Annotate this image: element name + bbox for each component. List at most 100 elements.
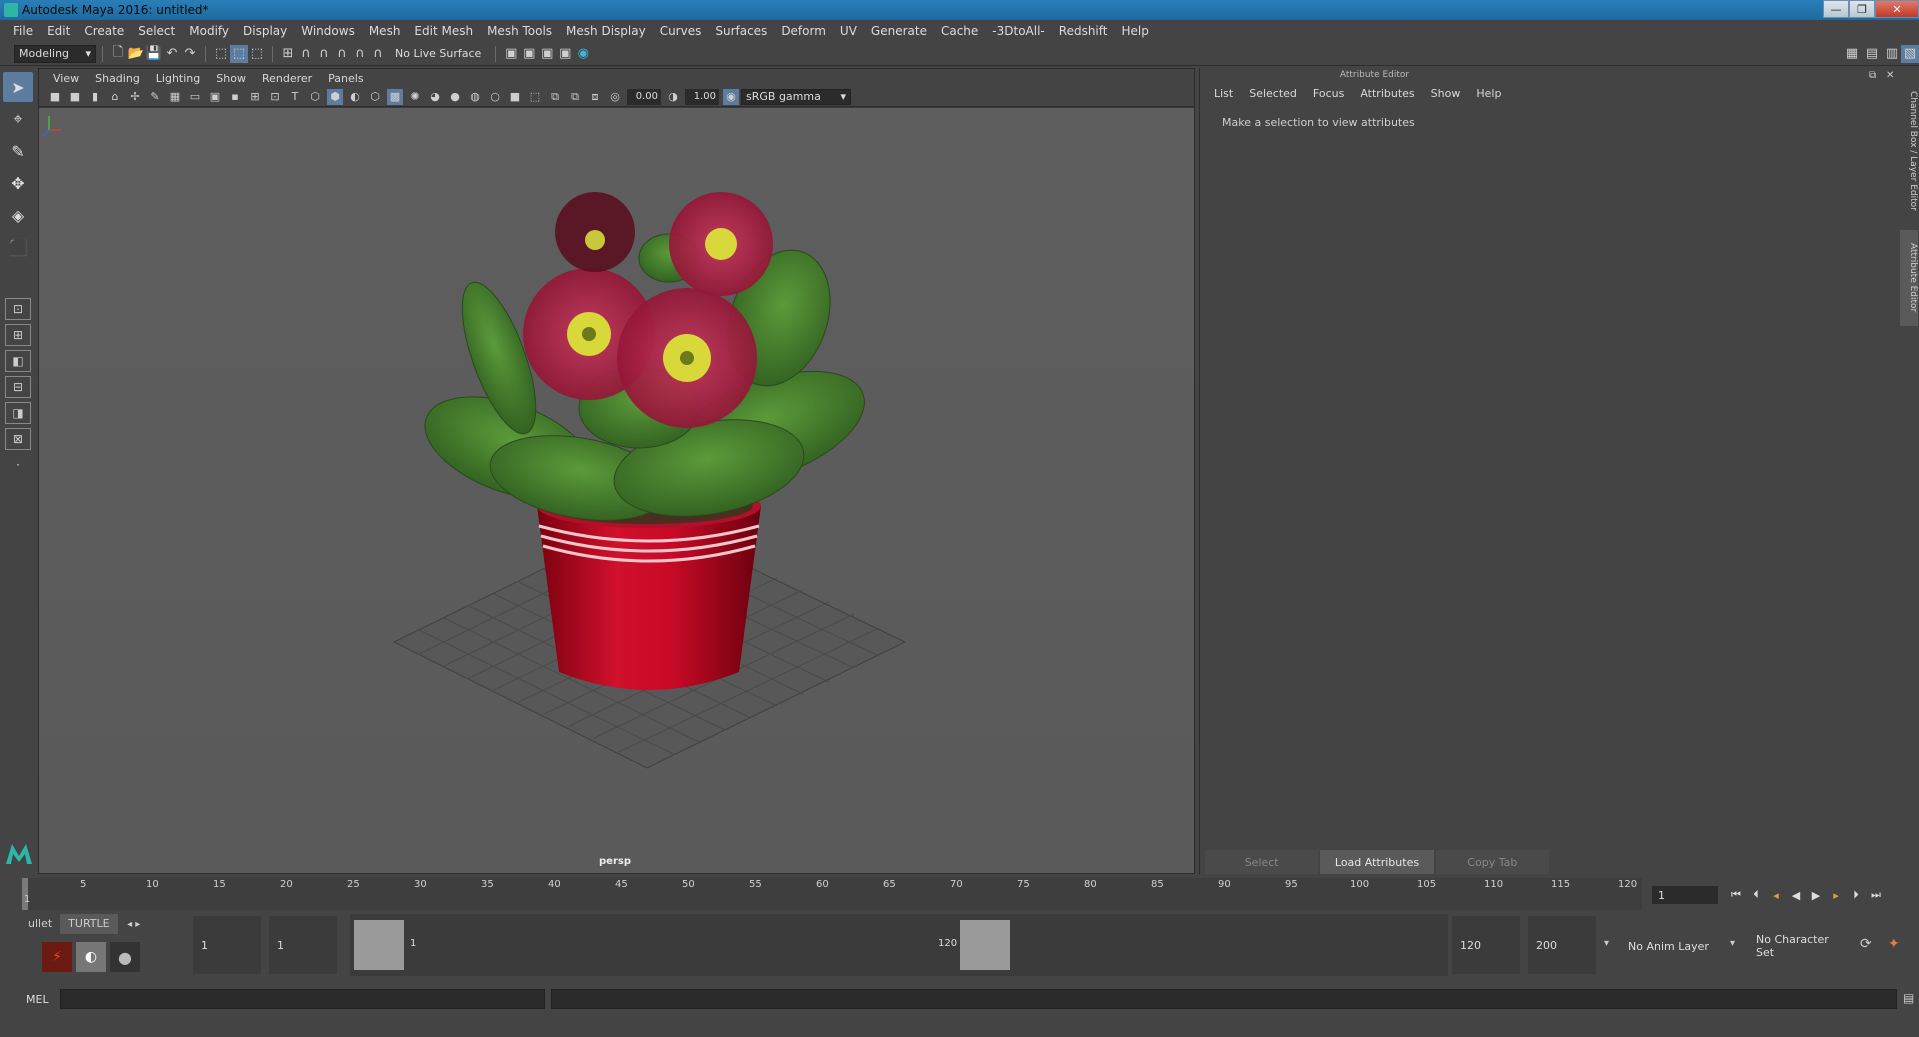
play-forward-icon[interactable]: ▶ bbox=[1806, 886, 1826, 904]
xray-icon[interactable]: ⧉ bbox=[547, 89, 563, 105]
lasso-tool-icon[interactable]: ⌖ bbox=[3, 104, 33, 134]
menu-mesh[interactable]: Mesh bbox=[362, 24, 408, 38]
safe-action-icon[interactable]: ⊡ bbox=[267, 89, 283, 105]
script-editor-icon[interactable]: ▤ bbox=[1903, 991, 1919, 1007]
live-surface-label[interactable]: No Live Surface bbox=[395, 47, 481, 60]
menu-select[interactable]: Select bbox=[131, 24, 182, 38]
side-by-side-layout-icon[interactable]: ◧ bbox=[5, 350, 31, 372]
3d-viewport[interactable]: persp bbox=[39, 108, 1194, 873]
viewport-menu-renderer[interactable]: Renderer bbox=[254, 72, 320, 85]
render-frame-icon[interactable]: ▣ bbox=[520, 45, 538, 63]
menu-mesh-display[interactable]: Mesh Display bbox=[559, 24, 653, 38]
outliner-icon[interactable]: ▤ bbox=[1863, 45, 1881, 63]
step-back-frame-icon[interactable]: ◂ bbox=[1766, 886, 1786, 904]
menu-uv[interactable]: UV bbox=[833, 24, 864, 38]
select-object-icon[interactable]: ⬚ bbox=[230, 44, 248, 63]
two-d-pan-icon[interactable]: ✢ bbox=[127, 89, 143, 105]
undo-icon[interactable]: ↶ bbox=[163, 45, 181, 63]
outliner-graph-layout-icon[interactable]: ⊠ bbox=[5, 428, 31, 450]
menu-edit-mesh[interactable]: Edit Mesh bbox=[407, 24, 480, 38]
step-forward-frame-icon[interactable]: ▸ bbox=[1826, 886, 1846, 904]
anti-aliasing-icon[interactable]: ○ bbox=[487, 89, 503, 105]
turtle-render-icon[interactable]: ⚡ bbox=[42, 942, 72, 972]
menu-surfaces[interactable]: Surfaces bbox=[708, 24, 774, 38]
load-attributes-button[interactable]: Load Attributes bbox=[1320, 850, 1434, 874]
character-set-dropdown[interactable]: No Character Set bbox=[1748, 918, 1848, 974]
viewport-menu-shading[interactable]: Shading bbox=[87, 72, 148, 85]
step-forward-key-icon[interactable]: ⏵ bbox=[1846, 886, 1866, 904]
depth-of-field-icon[interactable]: ■ bbox=[507, 89, 523, 105]
select-component-icon[interactable]: ⬚ bbox=[248, 45, 266, 63]
xray-components-icon[interactable]: ⧈ bbox=[587, 89, 603, 105]
playback-end-field[interactable]: 120 bbox=[1452, 916, 1520, 974]
scale-tool-icon[interactable]: ⬛ bbox=[3, 232, 33, 262]
playback-start-field[interactable]: 1 bbox=[269, 916, 337, 974]
viewport-menu-view[interactable]: View bbox=[45, 72, 87, 85]
ae-menu-list[interactable]: List bbox=[1206, 87, 1241, 100]
wireframe-icon[interactable]: ⬡ bbox=[307, 89, 323, 105]
play-backward-icon[interactable]: ◀ bbox=[1786, 886, 1806, 904]
ae-menu-help[interactable]: Help bbox=[1468, 87, 1509, 100]
animation-preferences-icon[interactable]: ✦ bbox=[1888, 936, 1900, 952]
float-panel-icon[interactable]: ⧉ bbox=[1869, 70, 1876, 81]
gate-mask-icon[interactable]: ▪ bbox=[227, 89, 243, 105]
camera-attributes-icon[interactable]: ■ bbox=[67, 89, 83, 105]
ipr-render-icon[interactable]: ▣ bbox=[538, 45, 556, 63]
chevron-down-icon[interactable]: ▾ bbox=[1730, 938, 1735, 949]
modeling-toolkit-icon[interactable]: ▥ bbox=[1883, 45, 1901, 63]
shadows-icon[interactable]: ◕ bbox=[427, 89, 443, 105]
sphere-material-icon[interactable]: ● bbox=[110, 942, 140, 972]
snap-point-icon[interactable]: ∩ bbox=[315, 45, 333, 63]
film-gate-icon[interactable]: ▭ bbox=[187, 89, 203, 105]
magnet-icon[interactable]: ∩ bbox=[369, 45, 387, 63]
snap-curve-icon[interactable]: ∩ bbox=[297, 45, 315, 63]
range-slider[interactable]: 1 120 bbox=[350, 914, 1448, 976]
new-scene-icon[interactable]: 🗋 bbox=[109, 45, 127, 63]
persp-outliner-layout-icon[interactable]: ◨ bbox=[5, 402, 31, 424]
ae-menu-attributes[interactable]: Attributes bbox=[1352, 87, 1422, 100]
shelf-tab-bullet[interactable]: ullet bbox=[20, 914, 60, 934]
four-view-layout-icon[interactable]: ⊞ bbox=[5, 324, 31, 346]
bookmark-icon[interactable]: ▮ bbox=[87, 89, 103, 105]
field-chart-icon[interactable]: ⊞ bbox=[247, 89, 263, 105]
save-scene-icon[interactable]: 💾 bbox=[145, 45, 163, 63]
shelf-scroll-icon[interactable]: ◂ ▸ bbox=[127, 919, 140, 930]
ae-menu-show[interactable]: Show bbox=[1423, 87, 1469, 100]
image-plane-icon[interactable]: ⌂ bbox=[107, 89, 123, 105]
use-all-lights-icon[interactable]: ✺ bbox=[407, 89, 423, 105]
color-space-dropdown[interactable]: sRGB gamma ▾ bbox=[741, 88, 851, 105]
motion-blur-icon[interactable]: ◍ bbox=[467, 89, 483, 105]
menu-edit[interactable]: Edit bbox=[40, 24, 77, 38]
grease-pencil-icon[interactable]: ✎ bbox=[147, 89, 163, 105]
command-language-label[interactable]: MEL bbox=[0, 993, 60, 1006]
use-default-material-icon[interactable]: ◐ bbox=[347, 89, 363, 105]
menu-deform[interactable]: Deform bbox=[774, 24, 833, 38]
isolate-select-icon[interactable]: ⬚ bbox=[527, 89, 543, 105]
rotate-tool-icon[interactable]: ◈ bbox=[3, 200, 33, 230]
screen-space-ao-icon[interactable]: ● bbox=[447, 89, 463, 105]
gamma-icon[interactable]: ◑ bbox=[665, 89, 681, 105]
maximize-button[interactable]: ❐ bbox=[1849, 0, 1875, 18]
grid-icon[interactable]: ▦ bbox=[167, 89, 183, 105]
menu-curves[interactable]: Curves bbox=[653, 24, 709, 38]
channel-box-tab[interactable]: Channel Box / Layer Editor bbox=[1900, 76, 1918, 226]
close-panel-icon[interactable]: ✕ bbox=[1886, 70, 1894, 81]
gamma-field[interactable]: 1.00 bbox=[685, 88, 719, 105]
baking-tool-icon[interactable]: ◐ bbox=[76, 942, 106, 972]
smooth-shade-icon[interactable]: ⬢ bbox=[327, 88, 343, 105]
close-button[interactable]: ✕ bbox=[1875, 0, 1919, 18]
go-to-end-icon[interactable]: ⏭ bbox=[1866, 886, 1886, 904]
select-button[interactable]: Select bbox=[1205, 850, 1319, 874]
safe-title-icon[interactable]: T bbox=[287, 89, 303, 105]
menu-windows[interactable]: Windows bbox=[294, 24, 362, 38]
ae-menu-focus[interactable]: Focus bbox=[1305, 87, 1352, 100]
step-back-key-icon[interactable]: ⏴ bbox=[1746, 886, 1766, 904]
range-end-handle[interactable] bbox=[960, 920, 1010, 970]
move-tool-icon[interactable]: ✥ bbox=[3, 168, 33, 198]
menu-3dtoall[interactable]: -3DtoAll- bbox=[985, 24, 1051, 38]
viewport-menu-lighting[interactable]: Lighting bbox=[148, 72, 208, 85]
select-tool-icon[interactable]: ➤ bbox=[3, 72, 33, 102]
shelf-tab-turtle[interactable]: TURTLE bbox=[60, 914, 118, 934]
menu-cache[interactable]: Cache bbox=[934, 24, 985, 38]
viewport-menu-show[interactable]: Show bbox=[208, 72, 254, 85]
